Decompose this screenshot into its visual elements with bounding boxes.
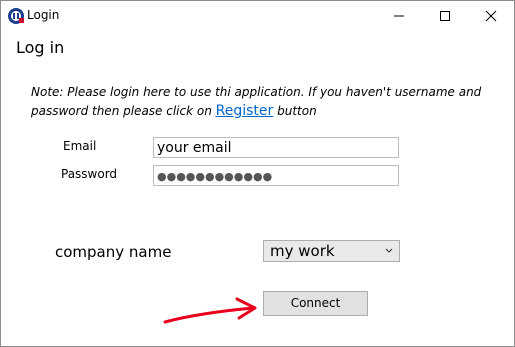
close-button[interactable] — [468, 1, 514, 31]
note-text-after: button — [273, 104, 317, 118]
chevron-down-icon — [385, 248, 393, 253]
company-select[interactable]: my work — [263, 240, 400, 262]
red-arrow-annotation — [163, 297, 257, 324]
app-logo-icon — [7, 7, 25, 25]
company-name-label: company name — [55, 243, 172, 261]
register-link[interactable]: Register — [216, 103, 274, 119]
close-icon — [485, 10, 497, 22]
company-select-value: my work — [270, 242, 335, 260]
window-title: Login — [27, 8, 60, 22]
minimize-button[interactable] — [376, 1, 422, 31]
title-bar[interactable]: Login — [1, 1, 514, 31]
maximize-button[interactable] — [422, 1, 468, 31]
password-label: Password — [61, 167, 118, 181]
email-field[interactable] — [153, 137, 399, 158]
page-heading: Log in — [16, 38, 65, 57]
password-masked-value: ●●●●●●●●●●●● — [157, 170, 273, 183]
login-note: Note: Please login here to use thi appli… — [31, 83, 501, 121]
maximize-icon — [440, 11, 450, 21]
email-label: Email — [63, 139, 97, 153]
minimize-icon — [394, 15, 404, 17]
connect-button[interactable]: Connect — [263, 291, 368, 316]
login-window: Login Log in Note: Please login here to … — [0, 0, 515, 347]
